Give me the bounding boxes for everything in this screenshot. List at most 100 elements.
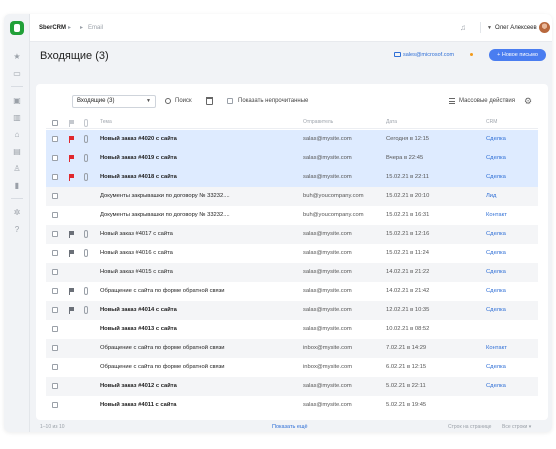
- flag-icon[interactable]: [69, 174, 74, 181]
- user-name[interactable]: Олег Алексеев: [495, 24, 537, 32]
- breadcrumb-app[interactable]: SberCRM: [39, 24, 66, 32]
- inbox-icon[interactable]: ▭: [12, 69, 22, 79]
- row-crm-link[interactable]: Сделка: [486, 136, 506, 143]
- row-checkbox[interactable]: [52, 326, 58, 332]
- search-icon[interactable]: [165, 98, 171, 104]
- logo-icon[interactable]: [10, 21, 24, 35]
- column-from[interactable]: Отправитель: [303, 119, 333, 126]
- row-subject[interactable]: Новый заказ #4013 с сайта: [100, 326, 177, 333]
- building-icon[interactable]: ▥: [12, 113, 22, 123]
- select-all-checkbox[interactable]: [52, 120, 58, 126]
- table-row[interactable]: Новый заказ #4020 с сайта salas@mysite.co…: [46, 130, 538, 149]
- folder-select[interactable]: Входящие (3) ▼: [72, 95, 156, 108]
- row-crm-link[interactable]: Сделка: [486, 231, 506, 238]
- row-subject[interactable]: Новый заказ #4011 с сайта: [100, 402, 177, 409]
- row-checkbox[interactable]: [52, 136, 58, 142]
- table-row[interactable]: Новый заказ #4012 с сайта salas@mysite.co…: [46, 377, 538, 396]
- row-checkbox[interactable]: [52, 364, 58, 370]
- table-row[interactable]: Новый заказ #4016 с сайта salas@mysite.co…: [46, 244, 538, 263]
- table-row[interactable]: Документы закрывашки по договору № 33232…: [46, 187, 538, 206]
- row-subject[interactable]: Обращение с сайта по форме обратной связ…: [100, 345, 225, 352]
- row-checkbox[interactable]: [52, 212, 58, 218]
- row-checkbox[interactable]: [52, 288, 58, 294]
- column-subject[interactable]: Тема: [100, 119, 112, 126]
- row-checkbox[interactable]: [52, 250, 58, 256]
- row-checkbox[interactable]: [52, 231, 58, 237]
- settings-icon[interactable]: ✲: [12, 208, 22, 218]
- row-subject[interactable]: Новый заказ #4014 с сайта: [100, 307, 177, 314]
- bell-icon[interactable]: ♫: [460, 23, 468, 32]
- row-subject[interactable]: Новый заказ #4012 с сайта: [100, 383, 177, 390]
- row-crm-link[interactable]: Сделка: [486, 250, 506, 257]
- flag-icon[interactable]: [69, 288, 74, 295]
- table-row[interactable]: Обращение с сайта по форме обратной связ…: [46, 339, 538, 358]
- table-row[interactable]: Новый заказ #4019 с сайта salas@mysite.co…: [46, 149, 538, 168]
- row-subject[interactable]: Документы закрывашки по договору № 33232…: [100, 193, 230, 200]
- row-crm-link[interactable]: Контакт: [486, 212, 507, 219]
- rows-per-page-select[interactable]: Все строки ▾: [502, 424, 531, 431]
- row-crm-link[interactable]: Сделка: [486, 383, 506, 390]
- row-crm-link[interactable]: Сделка: [486, 288, 506, 295]
- row-subject[interactable]: Новый заказ #4019 с сайта: [100, 155, 177, 162]
- search-button[interactable]: Поиск: [175, 97, 192, 105]
- star-icon[interactable]: ★: [12, 52, 22, 62]
- row-checkbox[interactable]: [52, 174, 58, 180]
- avatar[interactable]: [539, 22, 550, 33]
- row-crm-link[interactable]: Сделка: [486, 155, 506, 162]
- gear-icon[interactable]: ⚙: [524, 96, 532, 106]
- table-row[interactable]: Новый заказ #4013 с сайта salas@mysite.co…: [46, 320, 538, 339]
- flag-icon[interactable]: [69, 155, 74, 162]
- row-crm-link[interactable]: Сделка: [486, 174, 506, 181]
- row-checkbox[interactable]: [52, 269, 58, 275]
- user-icon[interactable]: ♙: [12, 164, 22, 174]
- calendar-icon[interactable]: ▤: [12, 147, 22, 157]
- chart-icon[interactable]: ▮: [12, 181, 22, 191]
- table-row[interactable]: Обращение с сайта по форме обратной связ…: [46, 282, 538, 301]
- row-checkbox[interactable]: [52, 193, 58, 199]
- flag-icon[interactable]: [69, 231, 74, 238]
- table-row[interactable]: Новый заказ #4015 с сайта salas@mysite.co…: [46, 263, 538, 282]
- column-crm[interactable]: CRM: [486, 119, 497, 126]
- row-checkbox[interactable]: [52, 345, 58, 351]
- flag-icon[interactable]: [69, 250, 74, 257]
- row-subject[interactable]: Обращение с сайта по форме обратной связ…: [100, 288, 225, 295]
- show-unread-checkbox[interactable]: [227, 98, 233, 104]
- mail-account-link[interactable]: sales@microsof.com: [394, 51, 454, 59]
- table-row[interactable]: Документы закрывашки по договору № 33232…: [46, 206, 538, 225]
- row-checkbox[interactable]: [52, 383, 58, 389]
- flag-icon[interactable]: [69, 307, 74, 314]
- row-crm-link[interactable]: Сделка: [486, 269, 506, 276]
- row-crm-link[interactable]: Лид: [486, 193, 496, 200]
- mass-actions-icon[interactable]: [449, 98, 455, 104]
- row-subject[interactable]: Новый заказ #4017 с сайта: [100, 231, 173, 238]
- briefcase-icon[interactable]: ▣: [12, 96, 22, 106]
- breadcrumb-section[interactable]: Email: [88, 24, 103, 32]
- mass-actions-button[interactable]: Массовые действия: [459, 97, 515, 105]
- flag-icon[interactable]: [69, 136, 74, 143]
- row-subject[interactable]: Новый заказ #4020 с сайта: [100, 136, 177, 143]
- table-row[interactable]: Новый заказ #4018 с сайта salas@mysite.co…: [46, 168, 538, 187]
- show-unread-label[interactable]: Показать непрочитанные: [238, 97, 308, 105]
- row-subject[interactable]: Документы закрывашки по договору № 33232…: [100, 212, 230, 219]
- row-crm-link[interactable]: Сделка: [486, 364, 506, 371]
- table-row[interactable]: Новый заказ #4017 с сайта salas@mysite.co…: [46, 225, 538, 244]
- chevron-down-icon[interactable]: ▼: [487, 24, 492, 32]
- row-subject[interactable]: Новый заказ #4018 с сайта: [100, 174, 177, 181]
- row-subject[interactable]: Обращение с сайта по форме обратной связ…: [100, 364, 225, 371]
- row-checkbox[interactable]: [52, 402, 58, 408]
- bag-icon[interactable]: ⌂: [12, 130, 22, 140]
- table-row[interactable]: Новый заказ #4014 с сайта salas@mysite.co…: [46, 301, 538, 320]
- row-checkbox[interactable]: [52, 155, 58, 161]
- table-row[interactable]: Обращение с сайта по форме обратной связ…: [46, 358, 538, 377]
- show-more-button[interactable]: Показать ещё: [272, 424, 308, 431]
- row-subject[interactable]: Новый заказ #4015 с сайта: [100, 269, 173, 276]
- trash-icon[interactable]: [206, 97, 213, 105]
- table-row[interactable]: Новый заказ #4011 с сайта salas@mysite.co…: [46, 396, 538, 415]
- column-date[interactable]: Дата: [386, 119, 397, 126]
- row-crm-link[interactable]: Контакт: [486, 345, 507, 352]
- help-icon[interactable]: ?: [12, 225, 22, 235]
- row-subject[interactable]: Новый заказ #4016 с сайта: [100, 250, 173, 257]
- new-email-button[interactable]: + Новое письмо: [489, 49, 546, 61]
- row-crm-link[interactable]: Сделка: [486, 307, 506, 314]
- row-checkbox[interactable]: [52, 307, 58, 313]
